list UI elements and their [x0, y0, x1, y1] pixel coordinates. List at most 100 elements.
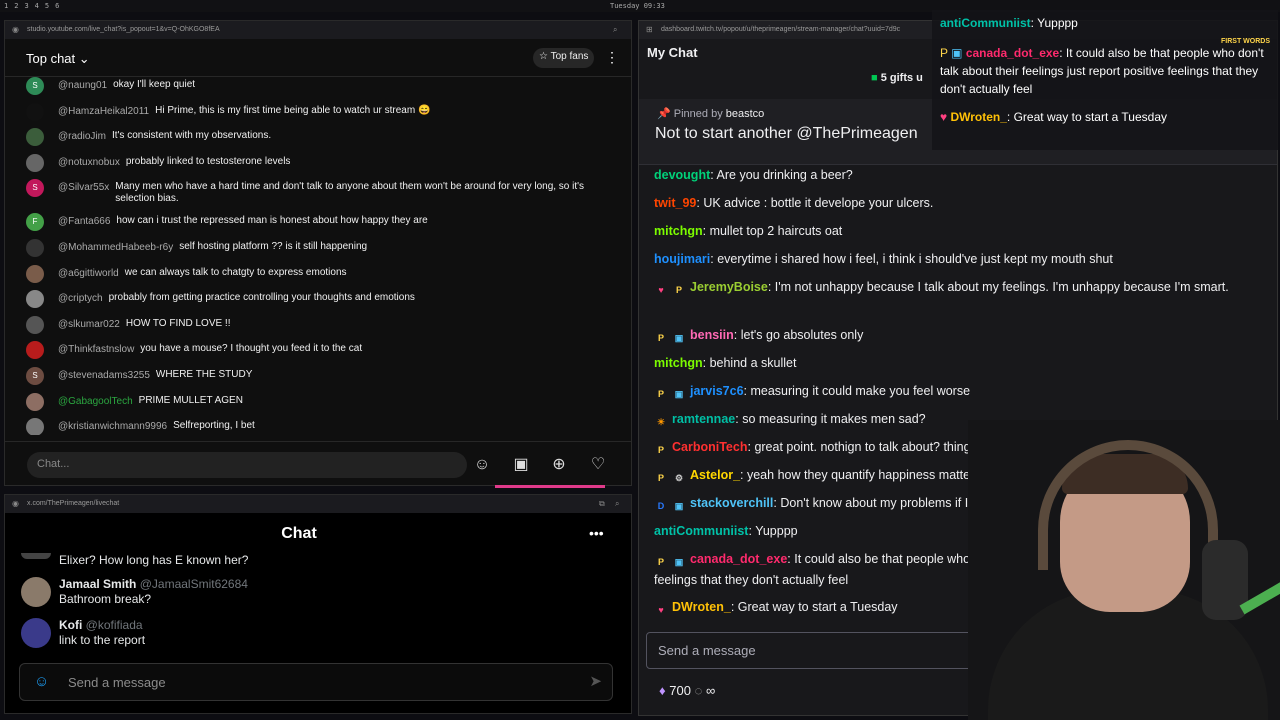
avatar[interactable] — [26, 264, 44, 283]
add-icon[interactable]: ⊕ — [548, 454, 570, 476]
avatar[interactable] — [26, 102, 44, 121]
more-options-icon[interactable]: ⋮ — [605, 49, 619, 66]
search-icon[interactable]: ⌕ — [613, 25, 617, 35]
workspace-5[interactable]: 5 — [45, 2, 49, 10]
message-author[interactable]: @slkumar022 — [58, 318, 120, 332]
chat-badge-icon[interactable]: ▣ — [672, 555, 686, 569]
message-author[interactable]: @kristianwichmann9996 — [58, 420, 167, 434]
avatar[interactable]: S — [26, 366, 44, 385]
x-post-name[interactable]: Jamaal Smith — [59, 577, 136, 591]
super-chat-icon[interactable]: ▣ — [510, 454, 532, 476]
youtube-url-bar[interactable]: ◉ studio.youtube.com/live_chat?is_popout… — [5, 21, 631, 39]
x-url-bar[interactable]: ◉ x.com/ThePrimeagen/livechat ⧉ ⌕ — [5, 495, 631, 513]
chat-username[interactable]: stackoverchill — [690, 496, 773, 510]
message-author[interactable]: @Thinkfastnslow — [58, 343, 134, 357]
avatar[interactable] — [26, 341, 44, 360]
message-text: probably linked to testosterone levels — [125, 155, 291, 167]
chat-username[interactable]: JeremyBoise — [690, 280, 768, 294]
workspace-4[interactable]: 4 — [35, 2, 39, 10]
message-author[interactable]: @Fanta666 — [58, 215, 110, 229]
message-author[interactable]: @HamzaHeikal2011 — [58, 105, 149, 119]
chat-badge-icon[interactable]: P — [654, 443, 668, 457]
avatar[interactable] — [26, 315, 44, 334]
chat-badge-icon[interactable]: P — [654, 471, 668, 485]
workspace-2[interactable]: 2 — [14, 2, 18, 10]
message-author[interactable]: @naung01 — [58, 79, 107, 93]
message-author[interactable]: @stevenadams3255 — [58, 369, 150, 383]
youtube-url[interactable]: studio.youtube.com/live_chat?is_popout=1… — [27, 26, 220, 33]
x-post-handle[interactable]: @JamaalSmit62684 — [140, 577, 248, 591]
chat-username[interactable]: twit_99 — [654, 196, 696, 210]
x-post-name[interactable]: Kofi — [59, 618, 82, 632]
workspace-indicators[interactable]: 1 2 3 4 5 6 — [4, 2, 59, 10]
avatar[interactable] — [26, 238, 44, 257]
chat-username[interactable]: bensiin — [690, 328, 734, 342]
avatar[interactable] — [21, 577, 51, 607]
message-author[interactable]: @MohammedHabeeb-r6y — [58, 241, 173, 255]
chat-badge-icon[interactable]: ♥ — [654, 283, 668, 297]
gift-banner[interactable]: ■ 5 gifts u — [871, 72, 923, 84]
chat-badge-icon[interactable]: P — [654, 387, 668, 401]
youtube-chat-message: S @stevenadams3255 WHERE THE STUDY — [5, 366, 625, 393]
chat-username[interactable]: jarvis7c6 — [690, 384, 744, 398]
message-author[interactable]: @notuxnobux — [58, 156, 120, 170]
x-url[interactable]: x.com/ThePrimeagen/livechat — [27, 500, 119, 507]
chat-badge-icon[interactable]: P — [672, 283, 686, 297]
avatar[interactable] — [21, 618, 51, 648]
message-author[interactable]: @criptych — [58, 292, 103, 306]
message-author[interactable]: @GabagoolTech — [58, 395, 133, 409]
more-icon[interactable]: ••• — [589, 525, 604, 541]
youtube-message-list[interactable]: S @naung01 okay I'll keep quiet @HamzaHeika… — [5, 77, 625, 435]
chat-badge-icon[interactable]: ▣ — [672, 387, 686, 401]
twitch-chat-message: P ▣ jarvis7c6: measuring it could make you… — [654, 381, 1254, 402]
x-message-input[interactable]: ☺ Send a message ➤ — [19, 663, 613, 701]
message-author[interactable]: @radioJim — [58, 130, 106, 144]
message-author[interactable]: @a6gittiworld — [58, 267, 119, 281]
top-chat-dropdown[interactable]: Top chat ⌄ — [26, 51, 90, 67]
chat-badge-icon[interactable]: ☀ — [654, 415, 668, 429]
popout-icon[interactable]: ⧉ — [599, 499, 605, 509]
chat-username[interactable]: Astelor_ — [690, 468, 740, 482]
pinned-by-user[interactable]: beastco — [726, 108, 765, 120]
chat-badge-icon[interactable]: P — [654, 331, 668, 345]
avatar[interactable] — [26, 153, 44, 172]
avatar[interactable] — [26, 128, 44, 147]
chat-badge-icon[interactable]: ⚙ — [672, 471, 686, 485]
youtube-chat-input[interactable]: Chat... — [27, 452, 467, 478]
avatar[interactable] — [26, 392, 44, 411]
channel-points[interactable]: ♦ 700 ◌ ∞ — [659, 683, 715, 698]
x-post-handle[interactable]: @kofifiada — [86, 618, 143, 632]
chat-username[interactable]: DWroten_ — [672, 600, 731, 614]
avatar[interactable]: S — [26, 179, 44, 198]
chat-username[interactable]: antiCommuniist — [654, 524, 748, 538]
chat-badge-icon[interactable]: P — [654, 555, 668, 569]
chat-badge-icon[interactable]: D — [654, 499, 668, 513]
chat-badge-icon[interactable]: ▣ — [672, 499, 686, 513]
top-fans-button[interactable]: ☆ Top fans — [533, 48, 595, 68]
chat-username[interactable]: houjimari — [654, 252, 710, 266]
avatar[interactable] — [26, 290, 44, 309]
chat-badge-icon[interactable]: ▣ — [672, 331, 686, 345]
chat-badge-icon[interactable]: ♥ — [654, 603, 668, 617]
workspace-3[interactable]: 3 — [24, 2, 28, 10]
chat-username[interactable]: canada_dot_exe — [690, 552, 787, 566]
workspace-6[interactable]: 6 — [55, 2, 59, 10]
chat-username[interactable]: devought — [654, 168, 710, 182]
workspace-1[interactable]: 1 — [4, 2, 8, 10]
heart-icon[interactable]: ♡ — [587, 454, 609, 476]
chat-username[interactable]: ramtennae — [672, 412, 735, 426]
emoji-icon[interactable]: ☺ — [34, 673, 49, 690]
chat-username[interactable]: mitchgn — [654, 356, 703, 370]
chat-username[interactable]: CarboniTech — [672, 440, 747, 454]
avatar[interactable] — [26, 418, 44, 435]
message-author[interactable]: @Silvar55x — [58, 181, 109, 195]
stream-chat-overlay: FIRST WORDS antiCommuniist: Yupppp P ▣ c… — [932, 10, 1278, 150]
search-icon[interactable]: ⌕ — [615, 499, 619, 509]
emoji-icon[interactable]: ☺ — [471, 454, 493, 476]
twitch-url[interactable]: dashboard.twitch.tv/popout/u/theprimeage… — [661, 26, 900, 33]
avatar[interactable]: F — [26, 213, 44, 232]
send-icon[interactable]: ➤ — [589, 672, 602, 690]
chat-username[interactable]: mitchgn — [654, 224, 703, 238]
chat-text: everytime i shared how i feel, i think i… — [717, 252, 1113, 266]
avatar[interactable]: S — [26, 77, 44, 95]
